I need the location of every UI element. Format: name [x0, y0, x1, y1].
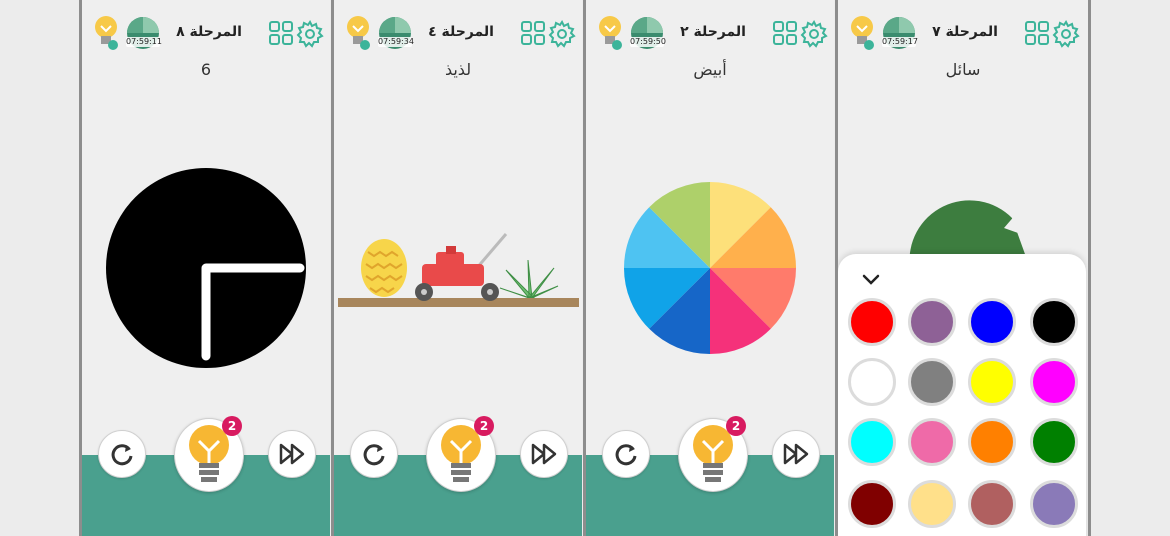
- color-swatch[interactable]: [848, 480, 896, 528]
- restart-icon: [111, 444, 133, 466]
- fast-forward-icon: [783, 443, 809, 465]
- grid-icon[interactable]: [520, 20, 546, 46]
- grid-icon[interactable]: [268, 20, 294, 46]
- puzzle-word: سائل: [945, 60, 981, 79]
- game-panel-1: 07:59:11 المرحلة ٨ 6 2: [82, 0, 330, 536]
- color-picker-sheet: [838, 254, 1086, 536]
- color-swatch[interactable]: [968, 298, 1016, 346]
- gear-icon[interactable]: [800, 20, 828, 48]
- timer-icon: 07:59:34: [378, 16, 414, 50]
- top-bar: 07:59:17 المرحلة ٧: [838, 12, 1088, 56]
- gear-icon[interactable]: [296, 20, 324, 48]
- color-swatch[interactable]: [968, 358, 1016, 406]
- game-screenshots-strip: 07:59:11 المرحلة ٨ 6 2 07:59:34 المرحلة …: [0, 0, 1170, 536]
- gear-icon[interactable]: [1052, 20, 1080, 48]
- lightbulb-icon[interactable]: [848, 14, 876, 52]
- color-wheel-drawing[interactable]: [624, 182, 796, 354]
- color-swatch[interactable]: [908, 418, 956, 466]
- restart-button[interactable]: [98, 430, 146, 478]
- color-swatch[interactable]: [968, 480, 1016, 528]
- color-swatch[interactable]: [908, 480, 956, 528]
- color-swatch[interactable]: [908, 298, 956, 346]
- restart-button[interactable]: [350, 430, 398, 478]
- restart-icon: [615, 444, 637, 466]
- hint-count-badge: 2: [222, 416, 242, 436]
- divider: [1088, 0, 1091, 536]
- stage-label: المرحلة ٨: [176, 24, 242, 40]
- color-swatch[interactable]: [1030, 480, 1078, 528]
- pineapple-item[interactable]: [358, 232, 410, 298]
- skip-button[interactable]: [772, 430, 820, 478]
- color-swatch[interactable]: [968, 418, 1016, 466]
- color-swatch[interactable]: [848, 358, 896, 406]
- restart-icon: [363, 444, 385, 466]
- color-swatch[interactable]: [1030, 358, 1078, 406]
- puzzle-word: 6: [200, 60, 212, 79]
- gear-icon[interactable]: [548, 20, 576, 48]
- top-bar: 07:59:34 المرحلة ٤: [334, 12, 582, 56]
- lightbulb-icon[interactable]: [596, 14, 624, 52]
- timer-text: 07:59:11: [126, 37, 162, 47]
- timer-text: 07:59:50: [630, 37, 666, 47]
- fast-forward-icon: [279, 443, 305, 465]
- stage-label: المرحلة ٢: [680, 24, 746, 40]
- grid-icon[interactable]: [1024, 20, 1050, 46]
- timer-text: 07:59:34: [378, 37, 414, 47]
- timer-icon: 07:59:50: [630, 16, 666, 50]
- timer-icon: 07:59:11: [126, 16, 162, 50]
- chevron-down-icon[interactable]: [860, 268, 882, 290]
- color-swatch[interactable]: [848, 298, 896, 346]
- lightbulb-icon[interactable]: [344, 14, 372, 52]
- top-bar: 07:59:11 المرحلة ٨: [82, 12, 330, 56]
- puzzle-word: أبيض: [693, 60, 727, 79]
- fast-forward-icon: [531, 443, 557, 465]
- color-swatch[interactable]: [908, 358, 956, 406]
- hint-count-badge: 2: [726, 416, 746, 436]
- puzzle-word: لذيذ: [444, 60, 472, 79]
- game-panel-2: 07:59:34 المرحلة ٤ لذيذ 2: [334, 0, 582, 536]
- stage-label: المرحلة ٤: [428, 24, 494, 40]
- aloe-plant-item[interactable]: [498, 256, 560, 298]
- hint-count-badge: 2: [474, 416, 494, 436]
- stage-label: المرحلة ٧: [932, 24, 998, 40]
- game-panel-4: 07:59:17 المرحلة ٧ سائل: [838, 0, 1088, 536]
- timer-icon: 07:59:17: [882, 16, 918, 50]
- color-swatch[interactable]: [848, 418, 896, 466]
- grid-icon[interactable]: [772, 20, 798, 46]
- lightbulb-icon[interactable]: [92, 14, 120, 52]
- top-bar: 07:59:50 المرحلة ٢: [586, 12, 834, 56]
- lawn-mower-item[interactable]: [408, 232, 508, 304]
- skip-button[interactable]: [268, 430, 316, 478]
- timer-text: 07:59:17: [882, 37, 918, 47]
- color-swatch[interactable]: [1030, 418, 1078, 466]
- game-panel-3: 07:59:50 المرحلة ٢ أبيض 2: [586, 0, 834, 536]
- color-swatch[interactable]: [1030, 298, 1078, 346]
- skip-button[interactable]: [520, 430, 568, 478]
- black-clock-drawing[interactable]: [104, 166, 308, 370]
- restart-button[interactable]: [602, 430, 650, 478]
